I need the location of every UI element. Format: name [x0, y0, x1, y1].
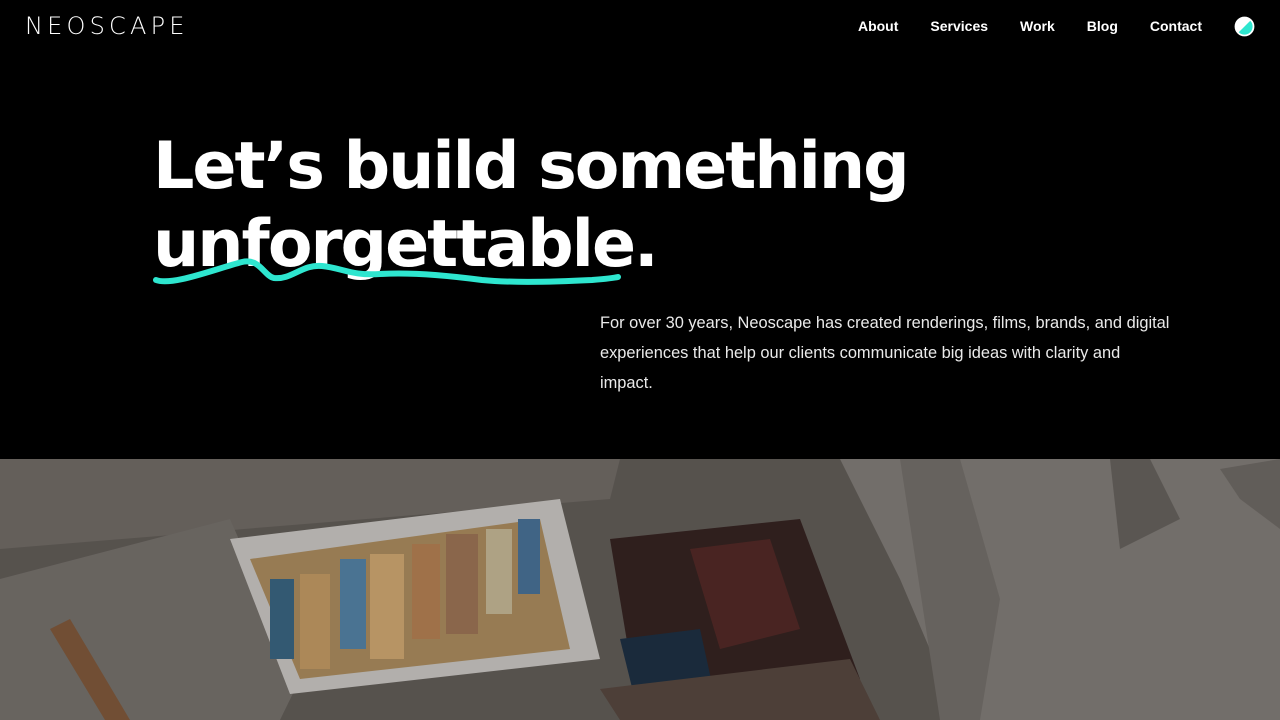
hero-rendering-image: [0, 459, 1280, 720]
top-navigation: NEOSCAPE About Services Work Blog Contac…: [0, 0, 1280, 54]
theme-toggle-button[interactable]: [1234, 16, 1255, 37]
nav-link-services[interactable]: Services: [930, 17, 988, 35]
nav-link-blog[interactable]: Blog: [1087, 17, 1118, 35]
hero-title-line-1: Let’s build something: [153, 129, 910, 204]
intro-paragraph: For over 30 years, Neoscape has created …: [600, 314, 1170, 392]
main-nav: About Services Work Blog Contact: [858, 17, 1202, 35]
nav-link-work[interactable]: Work: [1020, 17, 1055, 35]
half-circle-icon: [1234, 16, 1255, 37]
nav-link-about[interactable]: About: [858, 17, 898, 35]
neoscape-logo[interactable]: NEOSCAPE: [25, 12, 189, 40]
nav-link-contact[interactable]: Contact: [1150, 17, 1202, 35]
brush-underline-decoration: [153, 258, 621, 285]
